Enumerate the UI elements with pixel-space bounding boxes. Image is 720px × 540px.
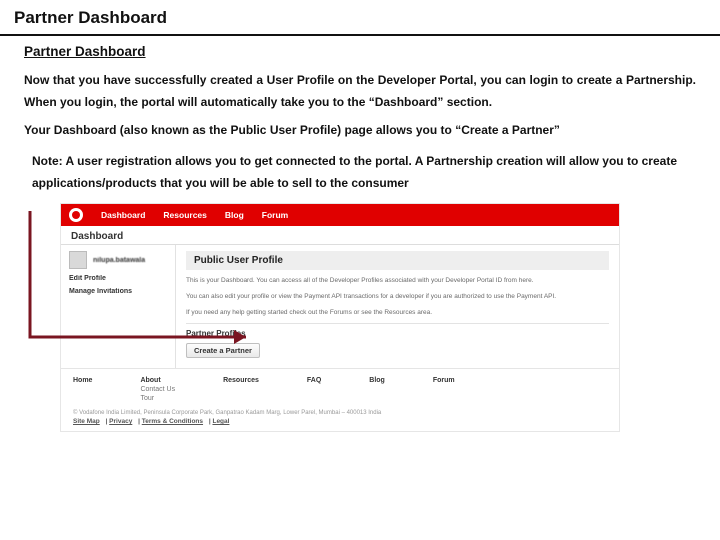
create-partner-button[interactable]: Create a Partner	[186, 343, 260, 358]
legal-sitemap[interactable]: Site Map	[73, 418, 100, 425]
legal-privacy[interactable]: Privacy	[109, 418, 132, 425]
footer-col-home[interactable]: Home	[73, 377, 92, 402]
title-rule	[0, 34, 720, 36]
footer-col-faq[interactable]: FAQ	[307, 377, 321, 402]
footer-nav: Home About Contact Us Tour Resources FAQ…	[61, 368, 619, 406]
portal-topbar: Dashboard Resources Blog Forum	[61, 204, 619, 226]
avatar-icon	[69, 251, 87, 269]
section-subtitle: Partner Dashboard	[24, 44, 696, 59]
sidebar: nilupa.batawala Edit Profile Manage Invi…	[61, 245, 176, 368]
footer-col-resources[interactable]: Resources	[223, 377, 259, 402]
main-panel: Public User Profile This is your Dashboa…	[176, 245, 619, 368]
intro-paragraph-1: Now that you have successfully created a…	[24, 69, 696, 113]
nav-dashboard[interactable]: Dashboard	[101, 210, 145, 220]
sidebar-manage-invitations[interactable]: Manage Invitations	[69, 288, 167, 295]
sidebar-edit-profile[interactable]: Edit Profile	[69, 275, 167, 282]
panel-text-3: If you need any help getting started che…	[186, 308, 609, 318]
partner-profiles-heading: Partner Profiles	[186, 323, 609, 338]
nav-blog[interactable]: Blog	[225, 210, 244, 220]
page-title: Partner Dashboard	[0, 0, 720, 34]
dashboard-heading: Dashboard	[61, 226, 619, 245]
panel-heading: Public User Profile	[186, 251, 609, 270]
panel-text-1: This is your Dashboard. You can access a…	[186, 276, 609, 286]
footer-col-forum[interactable]: Forum	[433, 377, 455, 402]
legal-links: Site Map | Privacy | Terms & Conditions …	[61, 418, 619, 431]
legal-legal[interactable]: Legal	[212, 418, 229, 425]
note-paragraph: Note: A user registration allows you to …	[32, 150, 696, 196]
nav-forum[interactable]: Forum	[262, 210, 288, 220]
portal-screenshot: Dashboard Resources Blog Forum Dashboard…	[60, 203, 620, 432]
nav-resources[interactable]: Resources	[163, 210, 206, 220]
footer-col-blog[interactable]: Blog	[369, 377, 385, 402]
intro-paragraph-2: Your Dashboard (also known as the Public…	[24, 119, 696, 141]
username-label: nilupa.batawala	[93, 257, 145, 264]
footer-col-about[interactable]: About Contact Us Tour	[140, 377, 175, 402]
brand-logo-icon	[69, 208, 83, 222]
copyright-text: © Vodafone India Limited, Peninsula Corp…	[61, 406, 619, 418]
legal-terms[interactable]: Terms & Conditions	[142, 418, 203, 425]
screenshot-container: Dashboard Resources Blog Forum Dashboard…	[60, 203, 620, 432]
panel-text-2: You can also edit your profile or view t…	[186, 292, 609, 302]
